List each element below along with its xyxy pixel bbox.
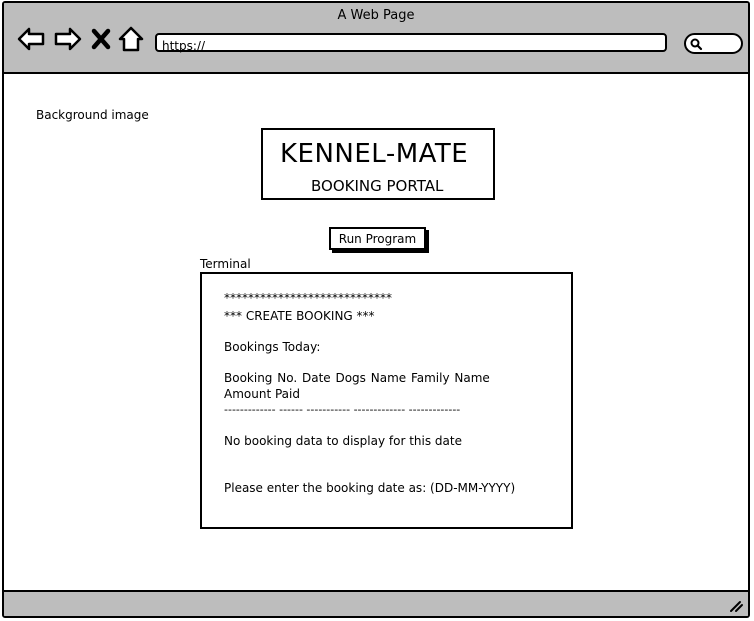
terminal-line: Please enter the booking date as: (DD-MM… [224,481,516,495]
terminal-label: Terminal [200,257,251,271]
logo-title: KENNEL-MATE [280,139,469,169]
terminal-line: Amount Paid [224,387,300,401]
terminal-line: Bookings Today: [224,340,321,354]
search-icon [690,38,703,51]
terminal-line: ------------- ------ ----------- -------… [224,403,461,416]
run-program-button[interactable]: Run Program [329,227,426,250]
terminal-line: *** CREATE BOOKING *** [224,309,375,323]
background-image-label: Background image [36,108,149,122]
terminal-line: Booking No. Date Dogs Name Family Name [224,371,490,385]
logo-box: KENNEL-MATE BOOKING PORTAL [261,128,495,200]
terminal-panel[interactable]: **************************** *** CREATE … [200,272,573,529]
forward-arrow-icon[interactable] [53,25,83,53]
terminal-line: No booking data to display for this date [224,434,462,448]
page-content: Background image KENNEL-MATE BOOKING POR… [4,74,748,594]
browser-window: A Web Page Background image KENNEL-MATE … [2,1,750,618]
window-title: A Web Page [337,8,415,23]
title-bar: A Web Page [4,3,748,74]
status-bar [4,590,748,616]
address-bar[interactable] [155,33,667,54]
search-box[interactable] [684,33,743,54]
resize-grip-icon[interactable] [728,599,744,613]
back-arrow-icon[interactable] [16,25,46,53]
logo-subtitle: BOOKING PORTAL [311,177,444,195]
url-input[interactable] [157,38,665,54]
close-icon[interactable] [90,25,112,53]
home-icon[interactable] [117,25,145,53]
terminal-line: **************************** [224,291,392,305]
